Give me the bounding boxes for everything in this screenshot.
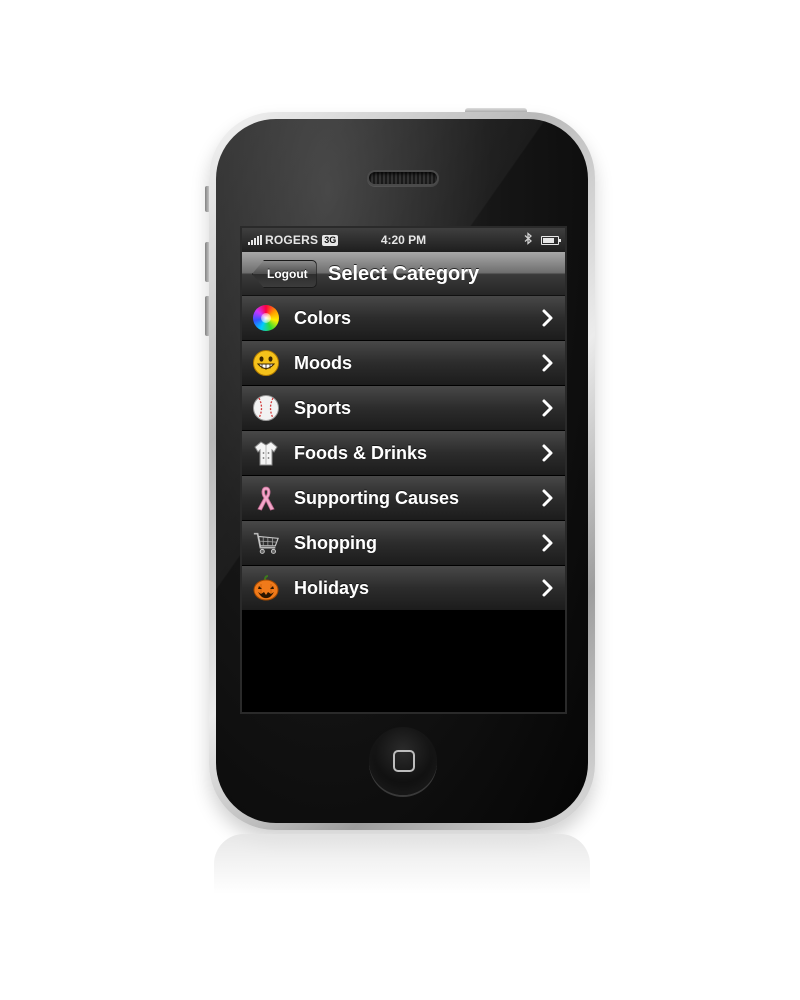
device-mockup: ROGERS 3G 4:20 PM Logout Select Category… [0,0,800,1000]
home-button[interactable] [369,727,437,795]
battery-icon [541,235,561,245]
baseball-icon [252,394,280,422]
network-type-badge: 3G [322,234,339,246]
category-item-colors[interactable]: Colors [242,296,565,341]
carrier-name: ROGERS [265,233,319,247]
earpiece-speaker [367,170,439,186]
category-label: Foods & Drinks [294,442,428,463]
category-label: Sports [294,397,352,418]
category-item-shopping[interactable]: Shopping [242,521,565,566]
category-item-moods[interactable]: Moods [242,341,565,386]
phone-reflection [214,834,590,894]
category-label: Moods [294,352,352,373]
grinning-smiley-icon [252,349,280,377]
chevron-right-icon [542,444,553,462]
home-square-icon [393,750,415,772]
chef-jacket-icon [252,439,280,467]
chevron-right-icon [542,534,553,552]
battery-level [543,237,555,243]
chevron-right-icon [542,489,553,507]
chevron-right-icon [542,399,553,417]
navigation-bar: Logout Select Category [242,252,565,296]
page-title: Select Category [328,263,480,285]
category-label: Colors [294,307,352,328]
shopping-cart-icon [252,529,280,557]
awareness-ribbon-icon [252,484,280,512]
bluetooth-icon [524,232,533,248]
category-item-holidays[interactable]: Holidays [242,566,565,611]
app-screen: ROGERS 3G 4:20 PM Logout Select Category… [240,226,567,714]
chevron-right-icon [542,309,553,327]
category-item-supporting-causes[interactable]: Supporting Causes [242,476,565,521]
category-list: Colors Moods Sports Foods & Drinks Suppo… [242,296,565,611]
category-label: Holidays [294,577,370,598]
logout-button[interactable]: Logout [252,260,317,288]
chevron-right-icon [542,354,553,372]
category-label: Supporting Causes [294,487,460,508]
status-bar: ROGERS 3G 4:20 PM [242,228,565,252]
chevron-right-icon [542,579,553,597]
signal-strength-icon [248,235,262,245]
jack-o-lantern-icon [252,574,280,602]
color-wheel-icon [252,304,280,332]
category-label: Shopping [294,532,377,553]
category-item-sports[interactable]: Sports [242,386,565,431]
category-item-foods-drinks[interactable]: Foods & Drinks [242,431,565,476]
